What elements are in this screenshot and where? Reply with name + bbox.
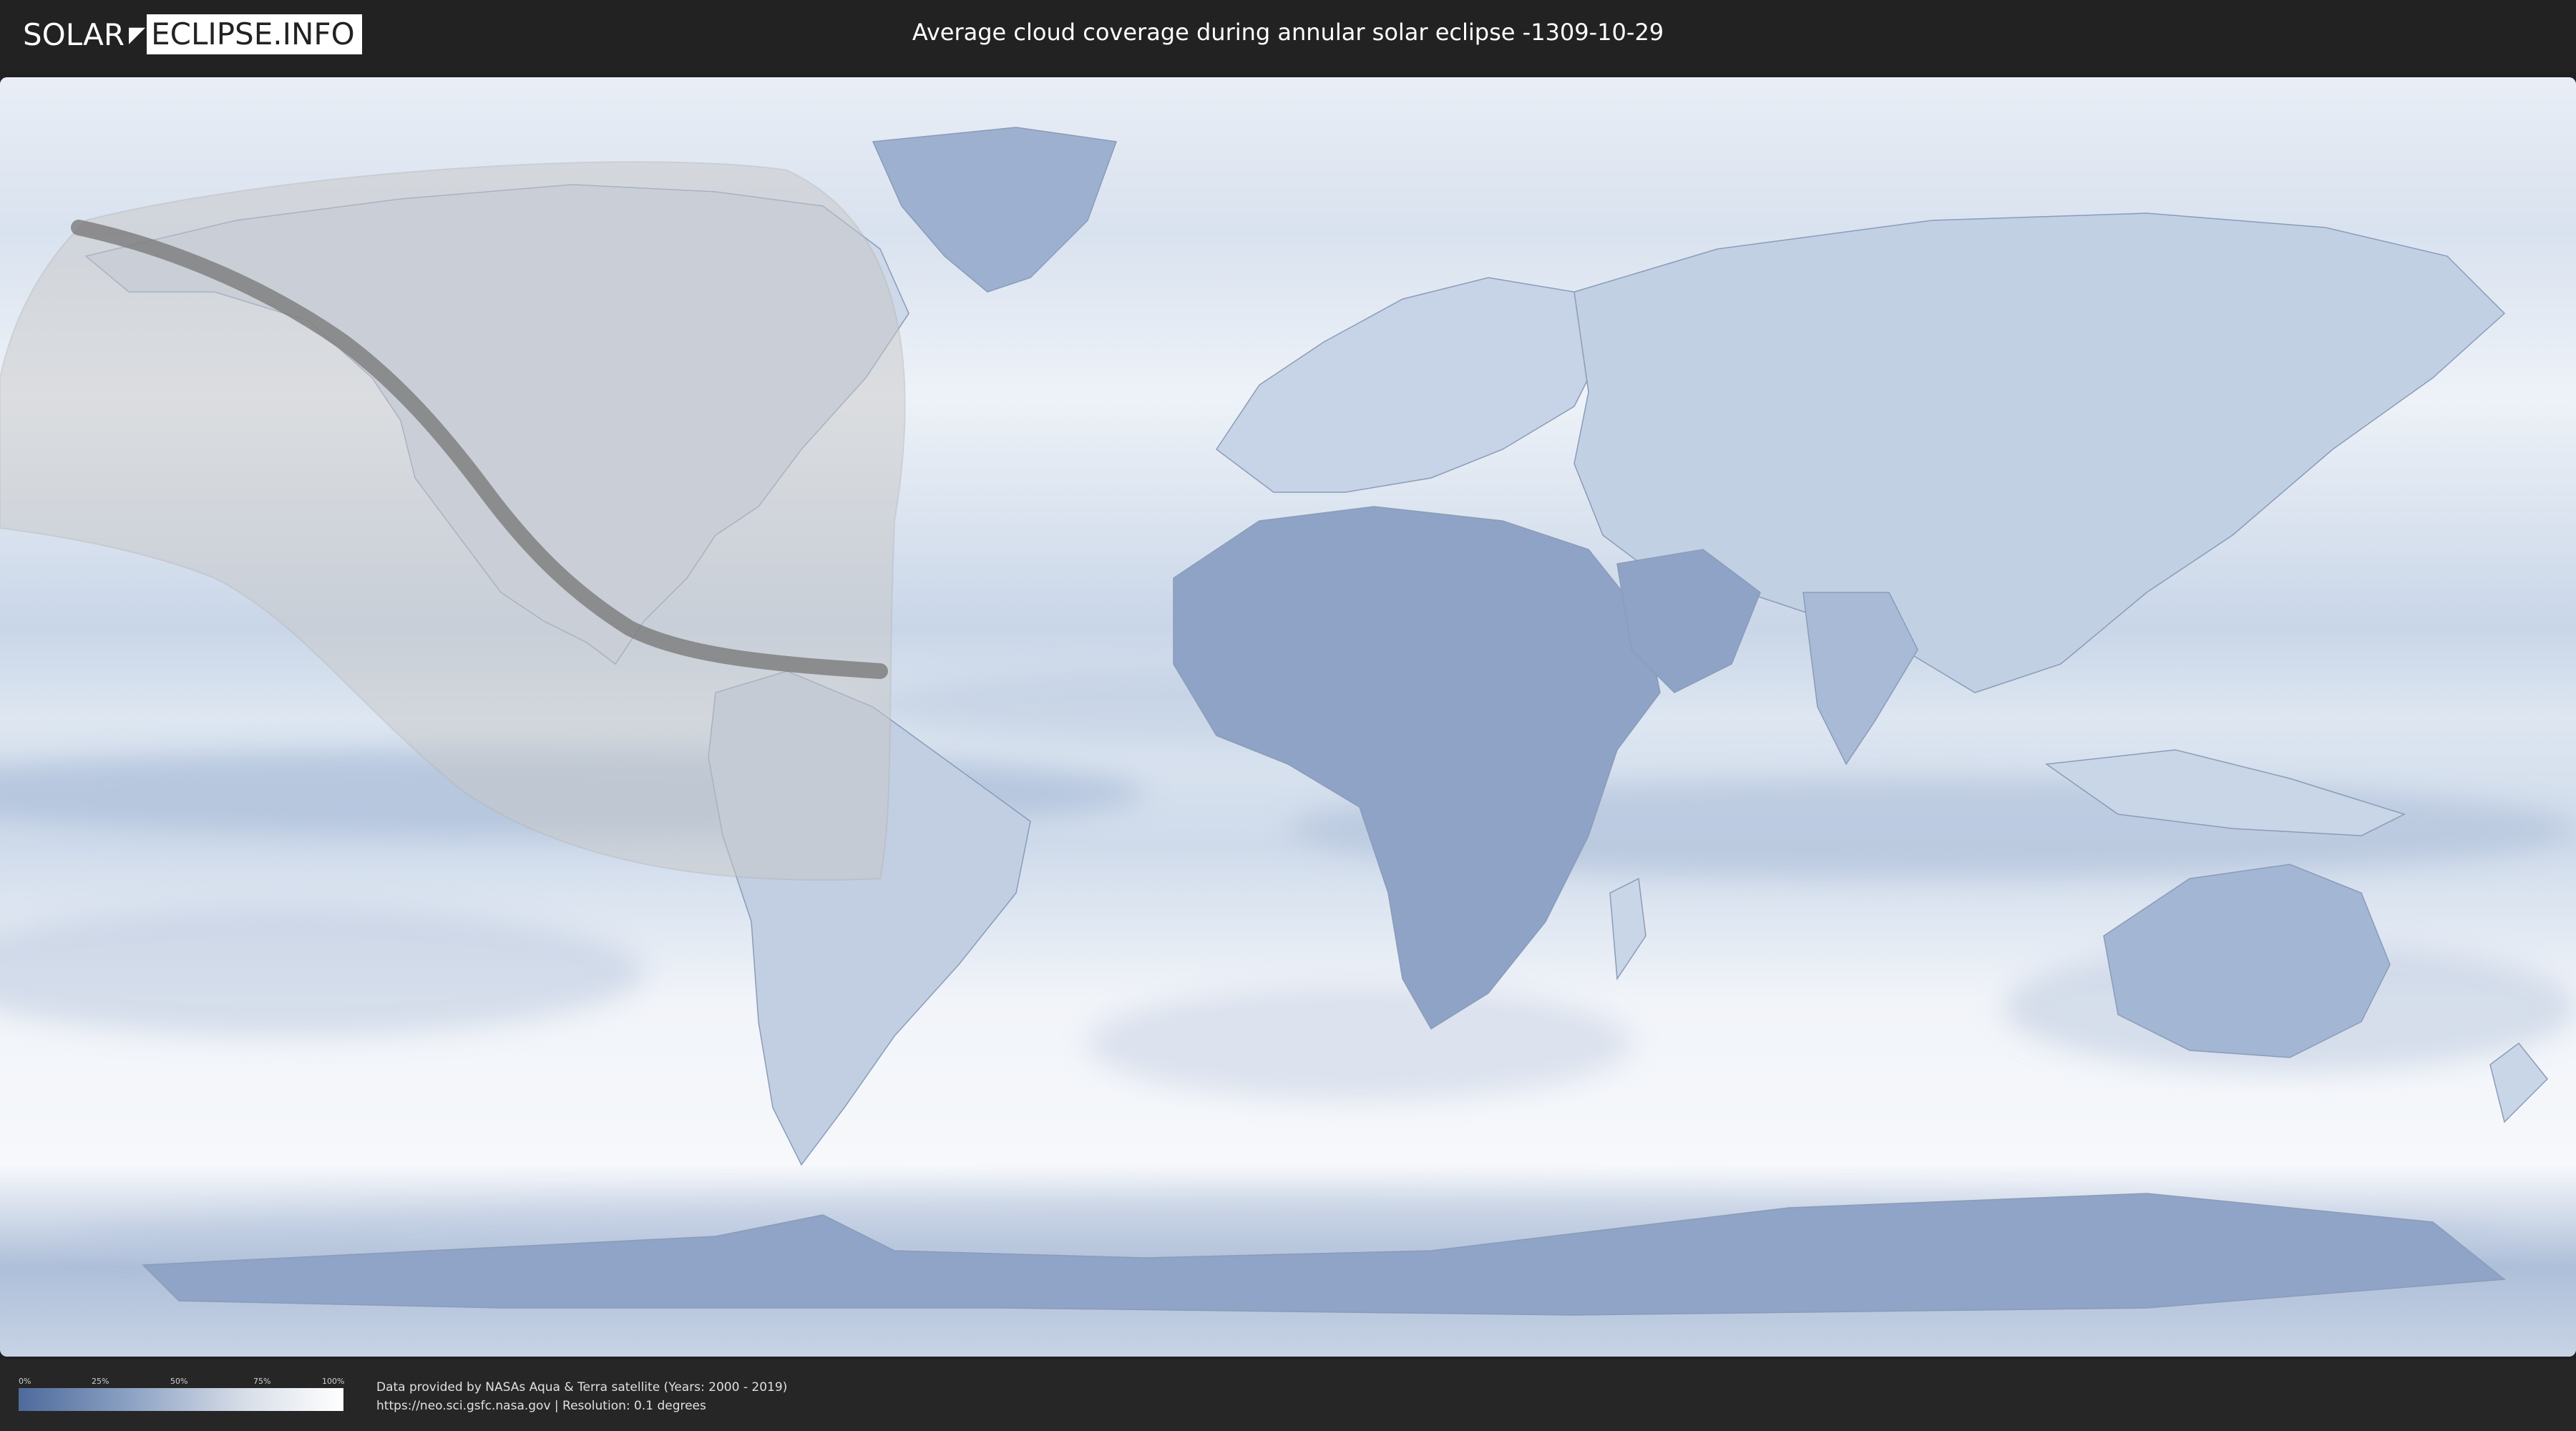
legend-tick-0: 0% xyxy=(19,1377,31,1386)
credits-line-1: Data provided by NASAs Aqua & Terra sate… xyxy=(376,1380,788,1395)
legend-tick-50: 50% xyxy=(170,1377,188,1386)
data-credits: Data provided by NASAs Aqua & Terra sate… xyxy=(376,1378,787,1415)
legend-tick-75: 75% xyxy=(253,1377,271,1386)
cloud-coverage-legend: 0% 25% 50% 75% 100% xyxy=(19,1374,345,1411)
legend-tick-100: 100% xyxy=(322,1377,345,1386)
world-map-svg xyxy=(0,77,2576,1357)
header-bar: SOLAR ◤ ECLIPSE.INFO Average cloud cover… xyxy=(0,0,2576,72)
page: SOLAR ◤ ECLIPSE.INFO Average cloud cover… xyxy=(0,0,2576,1431)
legend-ticks: 0% 25% 50% 75% 100% xyxy=(19,1374,345,1388)
legend-tick-25: 25% xyxy=(92,1377,109,1386)
cloud-coverage-map[interactable] xyxy=(0,77,2576,1357)
legend-gradient-bar xyxy=(19,1388,343,1411)
credits-line-2: https://neo.sci.gsfc.nasa.gov | Resoluti… xyxy=(376,1399,706,1413)
page-title: Average cloud coverage during annular so… xyxy=(912,19,1664,46)
